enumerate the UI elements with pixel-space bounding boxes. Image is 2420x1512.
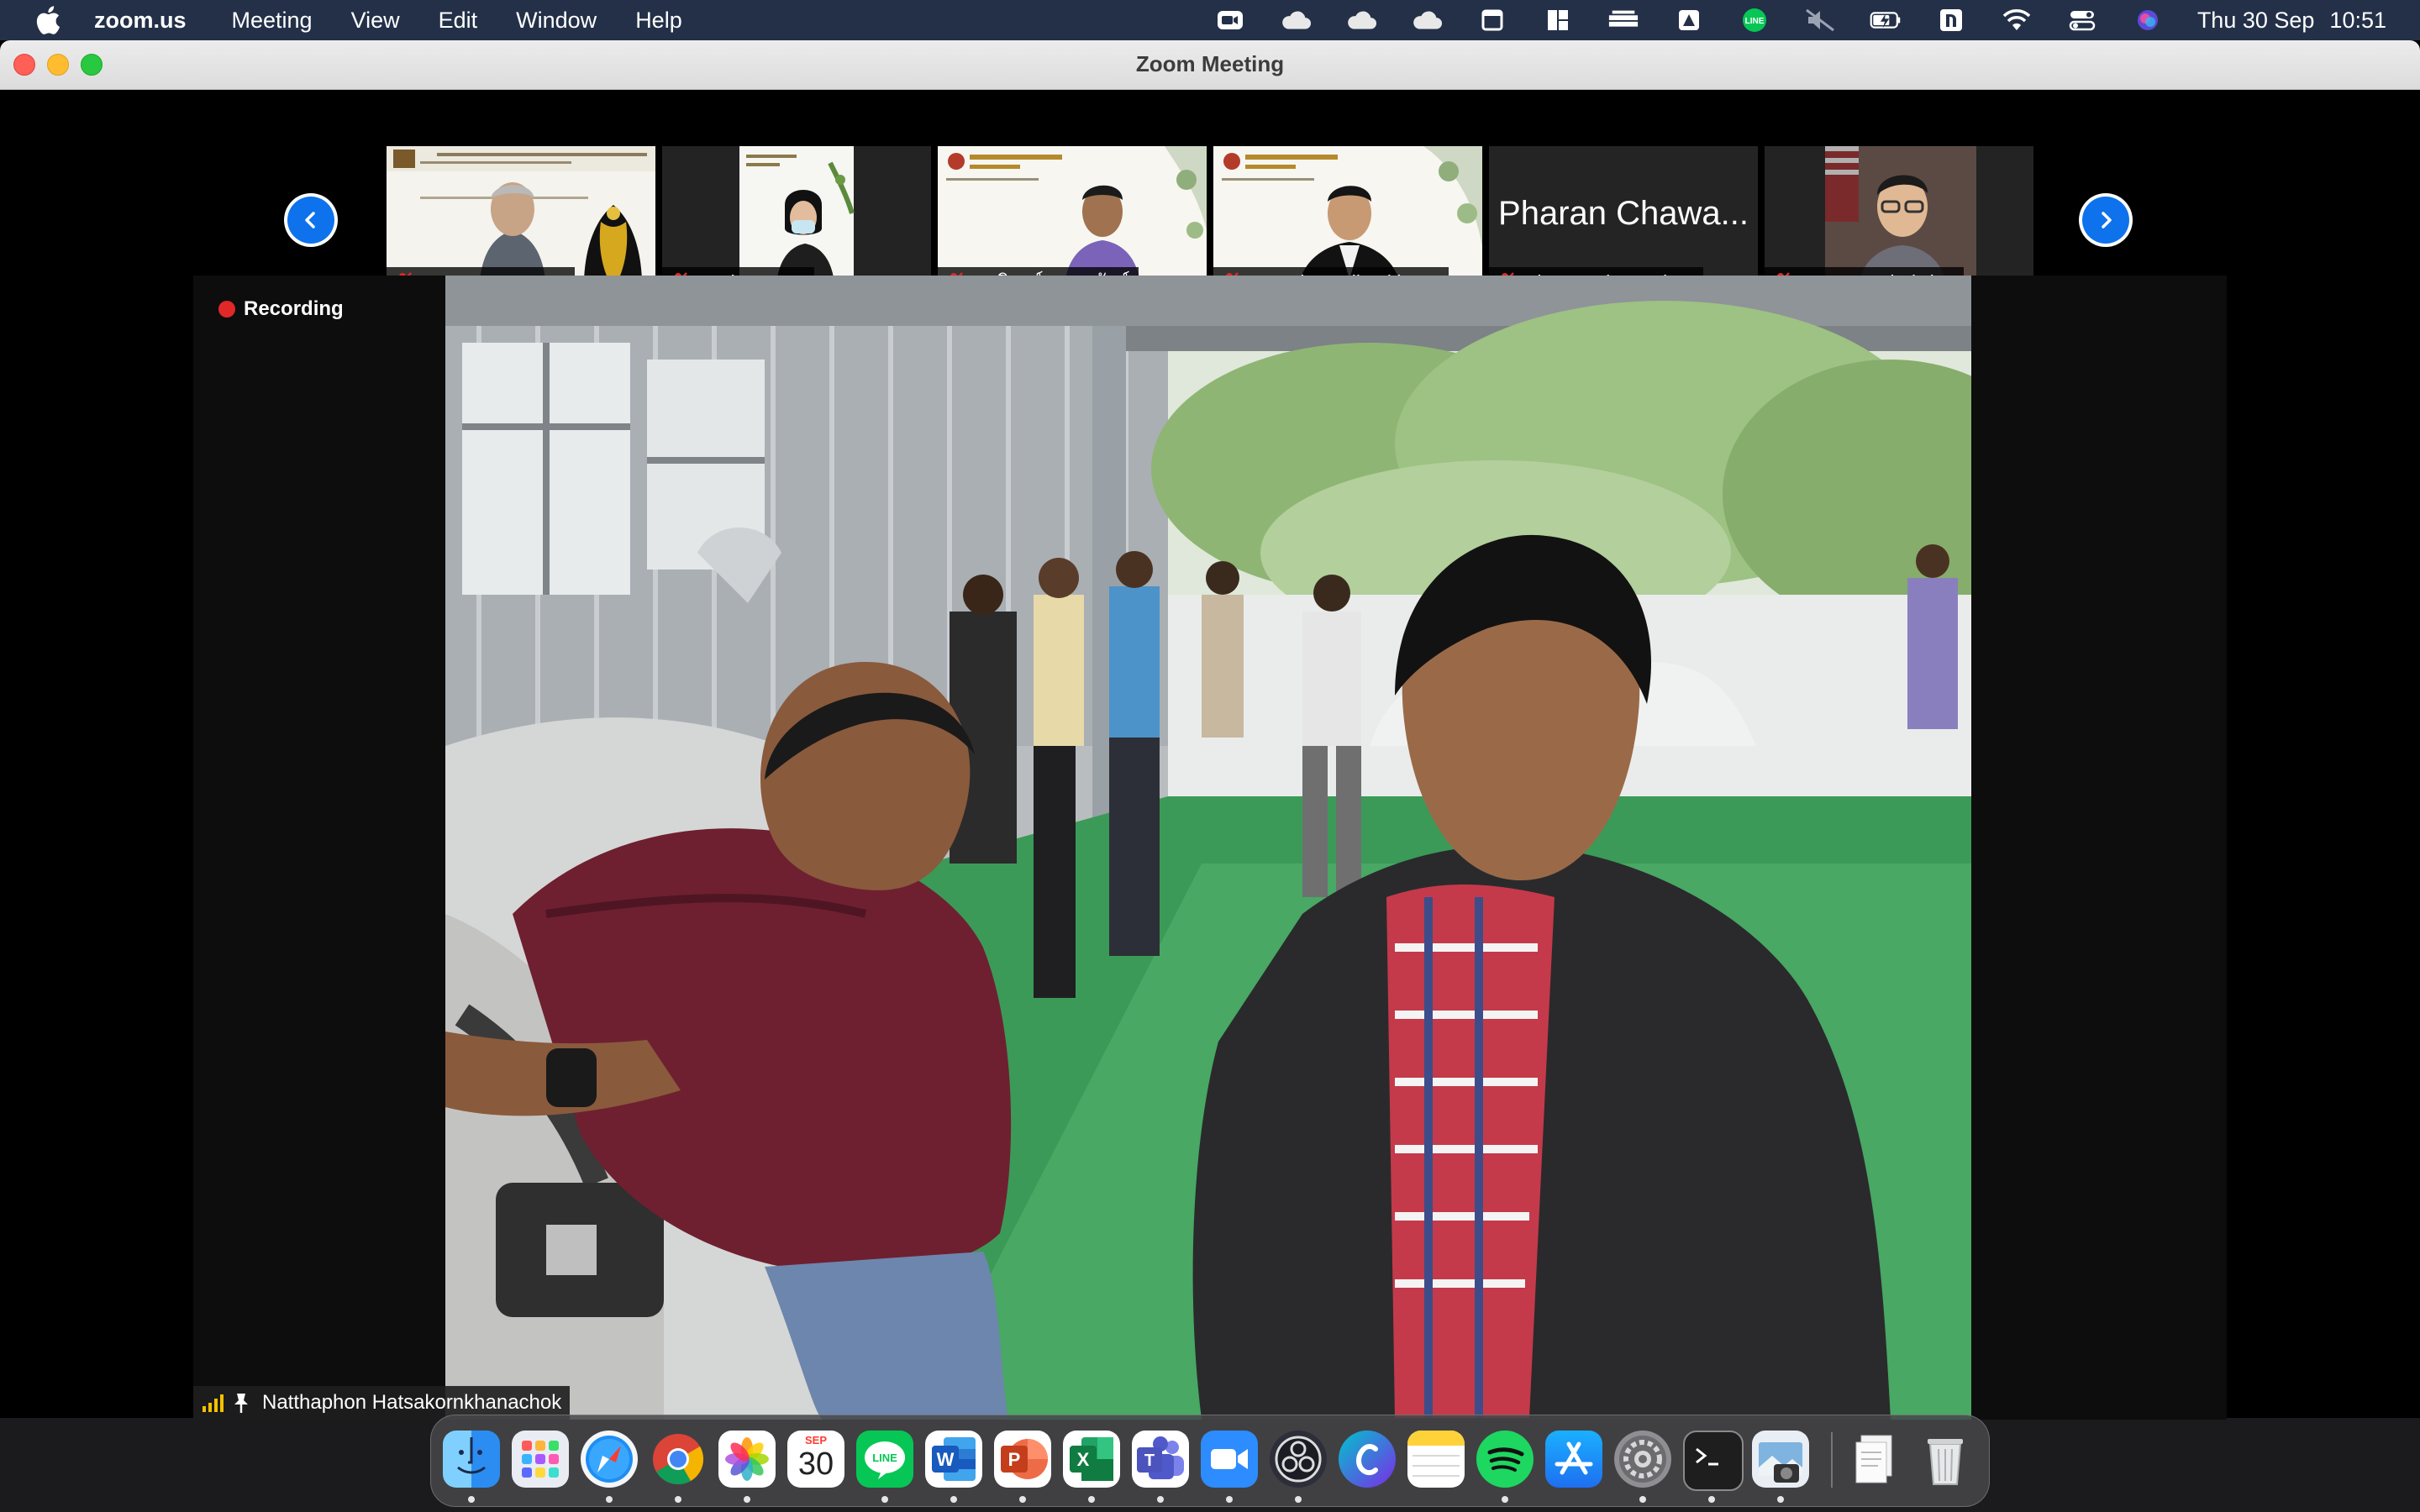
dock-separator [1831,1432,1833,1488]
svg-text:X: X [1077,1449,1090,1470]
next-page-button[interactable] [2079,193,2133,247]
menu-meeting[interactable]: Meeting [232,8,313,34]
running-indicator [881,1496,888,1503]
notes-icon[interactable] [1407,1431,1465,1488]
svg-text:LINE: LINE [1744,17,1764,26]
safari-icon[interactable] [581,1431,638,1488]
mute-icon[interactable] [1804,8,1836,33]
running-indicator [950,1496,957,1503]
calendar-day: 30 [797,1446,834,1482]
title-bar[interactable]: Zoom Meeting [0,40,2420,90]
square-icon[interactable] [1476,8,1508,33]
app-store-icon[interactable] [1545,1431,1602,1488]
participant-tile[interactable]: Natawut Chaiwino [1765,146,2033,297]
arrow-box-icon[interactable] [1673,8,1705,33]
line-icon[interactable]: LINE [1739,8,1770,33]
window-title: Zoom Meeting [1135,51,1285,76]
menubar-date[interactable]: Thu 30 Sep [2197,8,2315,34]
participant-tile[interactable]: Kasina.rmutt [662,146,931,297]
finder-icon[interactable] [443,1431,500,1488]
launchpad-icon[interactable] [512,1431,569,1488]
active-speaker-view[interactable]: Recording Natthaphon Hatsakornkhanachok [193,276,2227,1420]
calendar-icon[interactable]: SEP 30 [787,1431,844,1488]
participant-tile[interactable]: Tongchart Pikoolthong [1213,146,1482,297]
menu-edit[interactable]: Edit [439,8,478,34]
running-indicator [1157,1496,1164,1503]
apple-icon[interactable] [35,6,60,34]
cloud-icon[interactable] [1411,8,1443,33]
svg-text:LINE: LINE [872,1452,897,1464]
running-indicator [1019,1496,1026,1503]
running-indicator [1708,1496,1715,1503]
menu-view[interactable]: View [351,8,400,34]
siri-icon[interactable] [2132,8,2164,33]
running-indicator [744,1496,750,1503]
participant-tile[interactable]: สุนทร ละอองนวล [387,146,655,297]
running-indicator [1502,1496,1508,1503]
previous-page-button[interactable] [284,193,338,247]
word-icon[interactable]: W [925,1431,982,1488]
wifi-icon[interactable] [2001,8,2033,33]
recording-indicator[interactable]: Recording [218,297,344,321]
spotify-icon[interactable] [1476,1431,1534,1488]
running-indicator [606,1496,613,1503]
svg-text:W: W [937,1449,955,1470]
cloud-icon[interactable] [1345,8,1377,33]
battery-icon[interactable] [1870,8,1902,33]
participant-tile[interactable]: พรภิรมย์ หลงทรัพย์ [938,146,1207,297]
participant-tile[interactable]: Pharan Chawa... Pharan Chawaphan [1489,146,1758,297]
calendar-month: SEP [804,1434,827,1446]
line-app-icon[interactable]: LINE [856,1431,913,1488]
running-indicator [675,1496,681,1503]
canva-icon[interactable] [1339,1431,1396,1488]
zoom-window: Zoom Meeting สุนทร ละอองนวล [0,40,2420,1420]
obs-icon[interactable] [1270,1431,1327,1488]
zoom-video-icon[interactable] [1214,8,1246,33]
recording-label: Recording [244,297,344,320]
running-indicator [1639,1496,1646,1503]
cloud-icon[interactable] [1280,8,1312,33]
connection-signal-icon [203,1394,224,1412]
terminal-icon[interactable] [1683,1431,1744,1491]
menu-window[interactable]: Window [516,8,597,34]
powerpoint-icon[interactable]: P [994,1431,1051,1488]
downloads-stack-icon[interactable] [1848,1431,1905,1488]
photos-icon[interactable] [718,1431,776,1488]
trash-icon[interactable] [1917,1431,1974,1488]
running-indicator [468,1496,475,1503]
chevron-left-icon [305,212,315,228]
excel-icon[interactable]: X [1063,1431,1120,1488]
running-indicator [1226,1496,1233,1503]
teams-icon[interactable]: T [1132,1431,1189,1488]
menu-bar: zoom.us Meeting View Edit Window Help LI… [0,0,2420,40]
control-center-icon[interactable] [2066,8,2098,33]
svg-text:T: T [1144,1452,1155,1470]
system-preferences-icon[interactable] [1614,1431,1671,1488]
n-icon[interactable] [1935,8,1967,33]
preview-icon[interactable] [1752,1431,1809,1488]
speaker-video [445,276,1971,1420]
participant-display-name: Pharan Chawa... [1498,195,1749,232]
status-menu-area: LINE Thu 30 Sep 10:51 [1214,0,2420,40]
menu-help[interactable]: Help [635,8,682,34]
running-indicator [1295,1496,1302,1503]
svg-text:P: P [1008,1449,1021,1470]
running-indicator [1777,1496,1784,1503]
layout-icon[interactable] [1542,8,1574,33]
dock: SEP 30 LINE W P X T [430,1415,1990,1507]
stack-icon[interactable] [1607,8,1639,33]
zoom-icon[interactable] [1201,1431,1258,1488]
chevron-right-icon [2102,212,2112,228]
menu-app-name[interactable]: zoom.us [94,8,187,34]
recording-dot-icon [218,301,235,318]
chrome-icon[interactable] [650,1431,707,1488]
running-indicator [1088,1496,1095,1503]
active-speaker-name: Natthaphon Hatsakornkhanachok [262,1391,562,1414]
menubar-time[interactable]: 10:51 [2329,8,2386,34]
pin-icon [234,1394,248,1413]
